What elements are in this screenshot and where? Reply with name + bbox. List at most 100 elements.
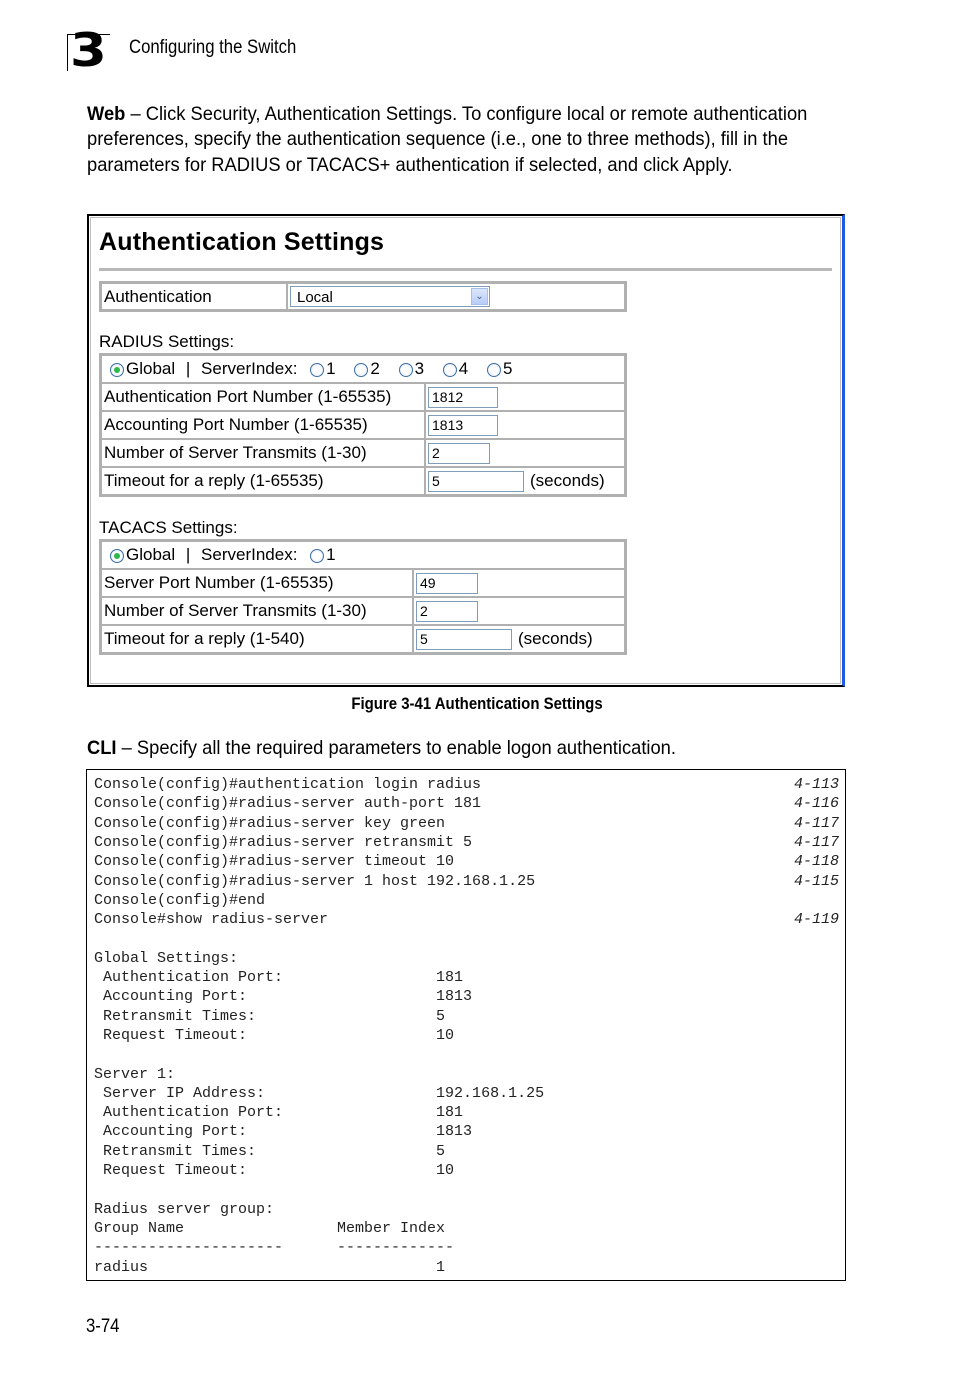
table-row: Timeout for a reply (1-65535) 5 (seconds) — [101, 467, 625, 495]
code-line: Console(config)#radius-server timeout 10 — [94, 853, 455, 871]
code-line: Console(config)#radius-server 1 host 192… — [94, 872, 536, 890]
code-line: --------------------- ------------- — [94, 1239, 455, 1257]
tacacs-global-option[interactable]: Global — [110, 545, 175, 564]
code-line: Console(config)#radius-server key green — [94, 814, 446, 832]
scope-separator: | — [185, 545, 191, 564]
radius-global-label: Global — [126, 359, 176, 378]
code-line: Console(config)#radius-server auth-port … — [94, 795, 482, 813]
tacacs-transmits-label: Number of Server Transmits (1-30) — [101, 597, 413, 625]
radio-icon[interactable] — [442, 362, 457, 377]
code-line: Request Timeout: 10 — [94, 1162, 455, 1179]
tacacs-section-label: TACACS Settings: — [99, 518, 238, 537]
tacacs-scope-row: Global | ServerIndex: 1 — [101, 541, 625, 569]
table-row: Timeout for a reply (1-540) 5 (seconds) — [101, 625, 625, 653]
radio-icon[interactable] — [486, 362, 501, 377]
figure-caption: Figure 3-41 Authentication Settings — [57, 694, 897, 714]
command-reference: 4-117 — [793, 833, 839, 851]
code-line: radius 1 — [94, 1258, 446, 1276]
cli-text: – Specify all the required parameters to… — [116, 737, 676, 759]
radius-timeout-label: Timeout for a reply (1-65535) — [101, 467, 425, 495]
tacacs-serverindex-label: ServerIndex: — [201, 545, 298, 564]
radius-serverindex-option-4[interactable]: 4 — [442, 359, 469, 378]
tacacs-timeout-label: Timeout for a reply (1-540) — [101, 625, 413, 653]
chevron-down-icon[interactable]: ⌄ — [471, 288, 488, 305]
radius-serverindex-option-3[interactable]: 3 — [398, 359, 425, 378]
radius-timeout-cell: 5 (seconds) — [425, 467, 625, 495]
radio-icon[interactable] — [310, 548, 325, 563]
tacacs-transmits-input[interactable]: 2 — [416, 600, 478, 622]
scope-separator: | — [185, 359, 191, 378]
cli-lead: CLI — [87, 737, 117, 759]
code-line: Console(config)#authentication login rad… — [94, 776, 482, 793]
table-row: Number of Server Transmits (1-30) 2 — [101, 439, 625, 467]
authentication-select[interactable]: Local ⌄ — [290, 286, 490, 307]
radius-timeout-input[interactable]: 5 — [428, 470, 524, 492]
tacacs-timeout-input[interactable]: 5 — [416, 628, 512, 650]
radius-global-option[interactable]: Global — [110, 359, 175, 378]
command-reference: 4-113 — [793, 776, 839, 793]
page-number: 3-74 — [86, 1316, 120, 1337]
radius-timeout-unit: (seconds) — [530, 471, 605, 490]
tacacs-serverindex-option-1[interactable]: 1 — [310, 545, 336, 564]
code-line: Console(config)#radius-server retransmit… — [94, 833, 473, 851]
tacacs-timeout-cell: 5 (seconds) — [413, 625, 625, 653]
code-line: Server IP Address: 192.168.1.25 — [94, 1084, 545, 1102]
web-instructions: Web – Click Security, Authentication Set… — [87, 102, 811, 178]
radius-serverindex-1-label: 1 — [326, 359, 336, 378]
code-line: Global Settings: — [94, 949, 239, 967]
radius-serverindex-5-label: 5 — [502, 359, 513, 378]
radio-selected-icon[interactable] — [110, 548, 124, 563]
tacacs-port-input[interactable]: 49 — [416, 572, 478, 594]
radius-serverindex-option-5[interactable]: 5 — [486, 359, 513, 378]
code-line: Accounting Port: 1813 — [94, 988, 473, 1006]
radius-serverindex-2-label: 2 — [370, 359, 380, 378]
tacacs-port-label: Server Port Number (1-65535) — [101, 569, 413, 597]
radius-scope-cell: Global | ServerIndex: 1 2 3 4 5 — [101, 355, 625, 383]
code-line: Retransmit Times: 5 — [94, 1142, 446, 1160]
radius-transmits-label: Number of Server Transmits (1-30) — [101, 439, 425, 467]
radio-icon[interactable] — [398, 362, 413, 377]
command-reference: 4-119 — [793, 911, 839, 929]
radius-serverindex-option-2[interactable]: 2 — [354, 359, 380, 378]
radio-icon[interactable] — [354, 362, 369, 377]
code-line: Retransmit Times: 5 — [94, 1007, 446, 1025]
radio-selected-icon[interactable] — [110, 362, 124, 377]
radius-acct-port-input[interactable]: 1813 — [428, 414, 498, 436]
code-line: Accounting Port: 1813 — [94, 1123, 473, 1141]
tacacs-settings-table: Global | ServerIndex: 1 Server Port Numb… — [99, 539, 627, 655]
title-divider — [99, 268, 832, 271]
table-row: Number of Server Transmits (1-30) 2 — [101, 597, 625, 625]
radius-auth-port-label: Authentication Port Number (1-65535) — [101, 383, 425, 411]
radius-transmits-cell: 2 — [425, 439, 625, 467]
radius-acct-port-label: Accounting Port Number (1-65535) — [101, 411, 425, 439]
radius-serverindex-option-1[interactable]: 1 — [310, 359, 336, 378]
command-reference: 4-116 — [793, 795, 839, 813]
radius-auth-port-cell: 1812 — [425, 383, 625, 411]
web-lead: Web — [87, 103, 126, 125]
chapter-title: Configuring the Switch — [129, 37, 297, 58]
table-row: Server Port Number (1-65535) 49 — [101, 569, 625, 597]
code-line: Radius server group: — [94, 1200, 275, 1218]
page-title: Authentication Settings — [99, 228, 385, 256]
authentication-select-cell: Local ⌄ — [287, 283, 625, 310]
radius-transmits-input[interactable]: 2 — [428, 442, 490, 464]
radio-icon[interactable] — [310, 362, 325, 377]
tacacs-timeout-unit: (seconds) — [518, 629, 593, 648]
tacacs-scope-cell: Global | ServerIndex: 1 — [101, 541, 625, 569]
web-text: – Click Security, Authentication Setting… — [87, 103, 808, 176]
code-line: Authentication Port: 181 — [94, 969, 464, 986]
table-row: Accounting Port Number (1-65535) 1813 — [101, 411, 625, 439]
command-reference: 4-118 — [793, 853, 839, 871]
chapter-number: 3 — [70, 23, 107, 77]
tacacs-port-cell: 49 — [413, 569, 625, 597]
radius-serverindex-4-label: 4 — [458, 359, 469, 378]
radius-auth-port-input[interactable]: 1812 — [428, 386, 498, 408]
radius-acct-port-cell: 1813 — [425, 411, 625, 439]
radius-serverindex-3-label: 3 — [414, 359, 425, 378]
figure-caption-text: Figure 3-41 Authentication Settings — [351, 694, 603, 713]
tacacs-transmits-cell: 2 — [413, 597, 625, 625]
code-line: Console(config)#end — [94, 891, 266, 909]
command-reference: 4-117 — [793, 814, 839, 832]
radius-settings-table: Global | ServerIndex: 1 2 3 4 5 Authenti… — [99, 353, 627, 497]
code-line: Authentication Port: 181 — [94, 1104, 464, 1122]
